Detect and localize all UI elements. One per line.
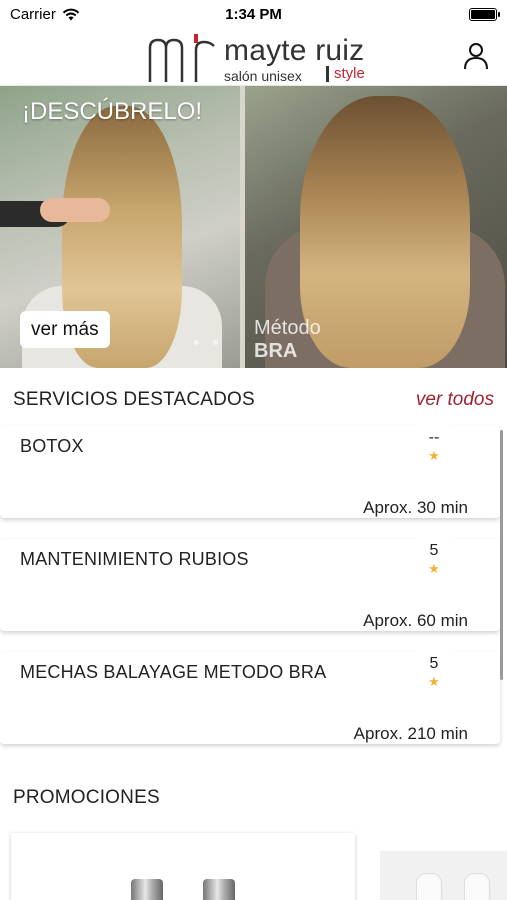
logo-name: mayte ruiz xyxy=(224,34,365,67)
promotion-card[interactable] xyxy=(11,833,355,900)
logo-mark xyxy=(148,34,215,82)
hero-hair-right xyxy=(300,96,470,368)
hero-title: ¡DESCÚBRELO! xyxy=(22,98,203,125)
star-icon: ★ xyxy=(428,561,440,576)
see-all-link[interactable]: ver todos xyxy=(416,389,494,411)
service-card[interactable]: BOTOX -- ★ Aprox. 30 min xyxy=(0,422,500,518)
status-left: Carrier xyxy=(10,6,80,23)
product-image xyxy=(131,879,163,900)
promotions-title: PROMOCIONES xyxy=(13,787,160,808)
star-icon: ★ xyxy=(428,448,440,463)
service-card[interactable]: MECHAS BALAYAGE METODO BRA 5 ★ Aprox. 21… xyxy=(0,648,500,744)
battery-icon xyxy=(469,7,500,21)
see-more-button[interactable]: ver más xyxy=(20,311,110,348)
app-header: mayte ruiz salón unisex style xyxy=(0,28,507,86)
service-name: MECHAS BALAYAGE METODO BRA xyxy=(20,662,327,682)
carousel-dot[interactable] xyxy=(213,340,218,345)
hero-caption-method: Método xyxy=(254,317,321,339)
promotion-card[interactable] xyxy=(380,851,507,900)
rating-value: -- xyxy=(428,429,440,446)
product-image xyxy=(203,879,235,900)
featured-services-title: SERVICIOS DESTACADOS xyxy=(13,389,255,410)
rating-ribbon: -- ★ xyxy=(416,422,452,474)
service-duration: Aprox. 30 min xyxy=(363,498,468,517)
battery-fill xyxy=(471,9,495,19)
salon-logo[interactable]: mayte ruiz salón unisex style xyxy=(148,32,368,84)
service-duration: Aprox. 60 min xyxy=(363,611,468,630)
logo-style: style xyxy=(326,66,365,82)
rating-value: 5 xyxy=(429,542,439,559)
service-card[interactable]: MANTENIMIENTO RUBIOS 5 ★ Aprox. 60 min xyxy=(0,535,500,631)
product-image xyxy=(464,873,490,900)
carousel-dot[interactable] xyxy=(194,340,199,345)
status-bar: Carrier 1:34 PM xyxy=(0,0,507,28)
scrollbar[interactable] xyxy=(500,430,503,680)
hero-caption-bra: BRA xyxy=(254,340,298,362)
hero-divider xyxy=(240,86,245,368)
service-name: BOTOX xyxy=(20,436,84,456)
carousel-dots[interactable] xyxy=(194,340,218,345)
product-image xyxy=(416,873,442,900)
hero-hand xyxy=(40,198,110,222)
service-name: MANTENIMIENTO RUBIOS xyxy=(20,549,249,569)
user-icon[interactable] xyxy=(463,42,489,70)
star-icon: ★ xyxy=(428,674,440,689)
service-duration: Aprox. 210 min xyxy=(353,724,468,743)
status-time: 1:34 PM xyxy=(225,5,282,23)
wifi-icon xyxy=(62,8,80,20)
rating-ribbon: 5 ★ xyxy=(416,535,452,587)
rating-ribbon: 5 ★ xyxy=(416,648,452,700)
logo-subtitle: salón unisex xyxy=(224,68,302,84)
rating-value: 5 xyxy=(429,655,439,672)
carrier-label: Carrier xyxy=(10,5,56,23)
